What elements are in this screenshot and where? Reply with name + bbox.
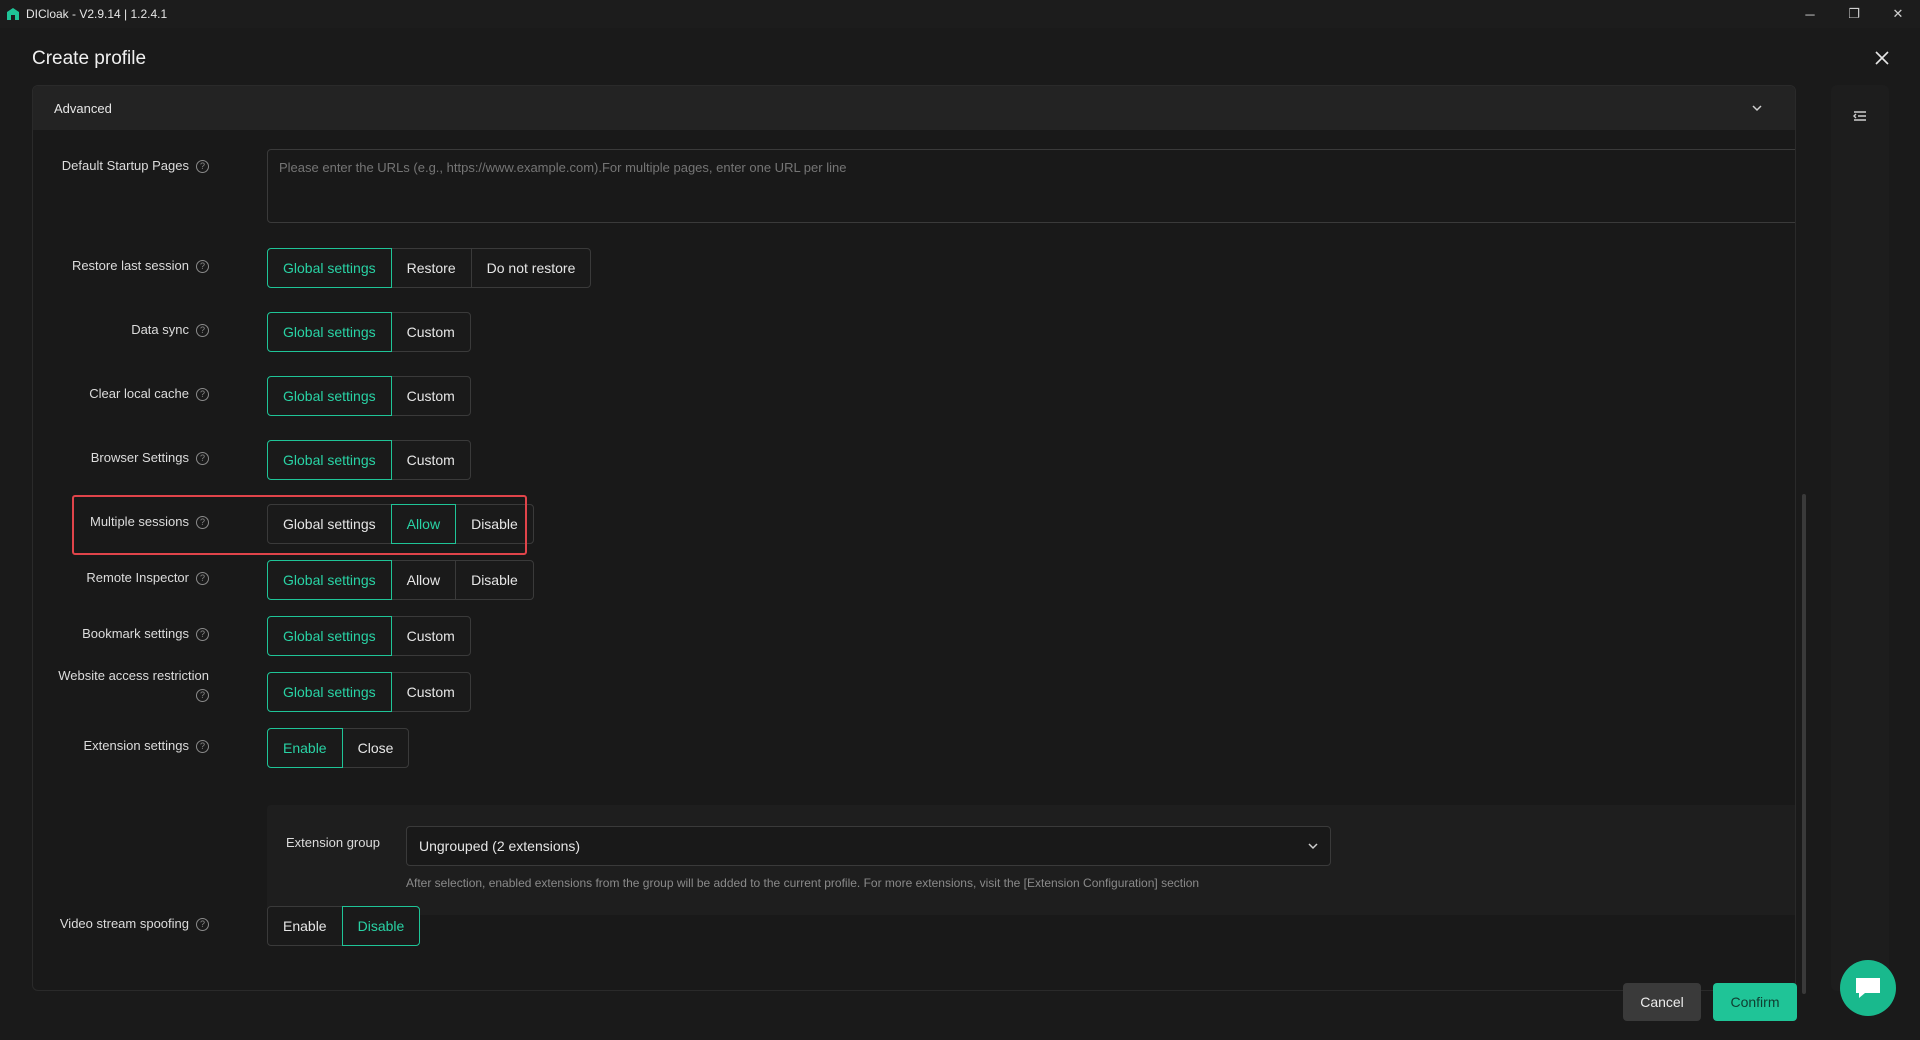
extension-settings-option-enable[interactable]: Enable — [267, 728, 343, 768]
extension-group-label: Extension group — [286, 835, 380, 850]
restore-session-option-global[interactable]: Global settings — [267, 248, 392, 288]
dialog-title: Create profile — [32, 48, 147, 69]
data-sync-label: Data sync — [131, 322, 189, 337]
help-icon[interactable]: ? — [196, 689, 209, 702]
remote-inspector-label: Remote Inspector — [86, 570, 189, 585]
close-icon — [1875, 51, 1889, 65]
help-icon[interactable]: ? — [196, 918, 209, 931]
maximize-button[interactable]: ❐ — [1832, 0, 1876, 28]
extension-settings-label-wrap: Extension settings? — [83, 737, 209, 753]
data-sync-option-custom[interactable]: Custom — [390, 312, 471, 352]
data-sync-label-wrap: Data sync? — [131, 321, 209, 337]
window-close-button[interactable]: ✕ — [1876, 0, 1920, 28]
create-profile-dialog: Create profile Advanced Default Startup … — [0, 28, 1920, 1040]
bookmark-settings-segmented: Global settings Custom — [267, 616, 471, 656]
confirm-button[interactable]: Confirm — [1713, 983, 1797, 1021]
data-sync-segmented: Global settings Custom — [267, 312, 471, 352]
extension-settings-segmented: Enable Close — [267, 728, 410, 768]
extension-group-select[interactable]: Ungrouped (2 extensions) — [406, 826, 1331, 866]
video-spoofing-label-wrap: Video stream spoofing? — [60, 915, 209, 931]
remote-inspector-option-allow[interactable]: Allow — [390, 560, 457, 600]
help-icon[interactable]: ? — [196, 324, 209, 337]
extension-settings-label: Extension settings — [83, 738, 189, 753]
video-spoofing-option-enable[interactable]: Enable — [267, 906, 343, 946]
chat-icon — [1856, 978, 1880, 998]
app-title: DICloak - V2.9.14 | 1.2.4.1 — [26, 7, 168, 21]
bookmark-settings-option-global[interactable]: Global settings — [267, 616, 392, 656]
section-title: Advanced — [54, 100, 112, 116]
website-restriction-option-custom[interactable]: Custom — [390, 672, 471, 712]
help-icon[interactable]: ? — [196, 260, 209, 273]
clear-cache-option-custom[interactable]: Custom — [390, 376, 471, 416]
clear-cache-option-global[interactable]: Global settings — [267, 376, 392, 416]
bookmark-settings-label: Bookmark settings — [82, 626, 189, 641]
advanced-section-header[interactable]: Advanced — [33, 86, 1795, 130]
startup-pages-label: Default Startup Pages — [61, 158, 189, 173]
startup-pages-input[interactable] — [267, 149, 1795, 223]
restore-session-label-wrap: Restore last session? — [72, 257, 209, 273]
extension-settings-option-close[interactable]: Close — [341, 728, 410, 768]
restore-session-label: Restore last session — [71, 258, 189, 273]
cancel-button[interactable]: Cancel — [1623, 983, 1701, 1021]
help-icon[interactable]: ? — [196, 740, 209, 753]
website-restriction-label-wrap: Website access restriction ? — [33, 668, 209, 702]
extension-group-box: Extension group Ungrouped (2 extensions)… — [267, 805, 1795, 915]
help-icon[interactable]: ? — [196, 572, 209, 585]
restore-session-option-restore[interactable]: Restore — [390, 248, 472, 288]
website-restriction-label: Website access restriction — [58, 668, 209, 683]
chevron-down-icon — [1752, 105, 1762, 112]
restore-session-segmented: Global settings Restore Do not restore — [267, 248, 592, 288]
extension-group-hint: After selection, enabled extensions from… — [406, 876, 1200, 890]
scrollbar[interactable] — [1802, 494, 1806, 994]
bookmark-settings-option-custom[interactable]: Custom — [390, 616, 471, 656]
browser-settings-option-custom[interactable]: Custom — [390, 440, 471, 480]
collapse-menu-icon[interactable] — [1851, 107, 1869, 125]
data-sync-option-global[interactable]: Global settings — [267, 312, 392, 352]
title-bar: DICloak - V2.9.14 | 1.2.4.1 ─ ❐ ✕ — [0, 0, 1920, 28]
multiple-sessions-option-allow[interactable]: Allow — [390, 504, 457, 544]
minimize-button[interactable]: ─ — [1788, 0, 1832, 28]
video-spoofing-option-disable[interactable]: Disable — [341, 906, 421, 946]
help-icon[interactable]: ? — [196, 160, 209, 173]
bookmark-settings-label-wrap: Bookmark settings? — [82, 625, 209, 641]
extension-group-value: Ungrouped (2 extensions) — [419, 838, 581, 854]
video-spoofing-label: Video stream spoofing — [59, 916, 189, 931]
video-spoofing-segmented: Enable Disable — [267, 906, 421, 946]
help-icon[interactable]: ? — [196, 452, 209, 465]
help-icon[interactable]: ? — [196, 628, 209, 641]
website-restriction-segmented: Global settings Custom — [267, 672, 471, 712]
remote-inspector-option-global[interactable]: Global settings — [267, 560, 392, 600]
browser-settings-segmented: Global settings Custom — [267, 440, 471, 480]
multiple-sessions-highlight — [72, 495, 527, 555]
startup-pages-label-wrap: Default Startup Pages? — [62, 157, 209, 173]
restore-session-option-do-not-restore[interactable]: Do not restore — [470, 248, 592, 288]
remote-inspector-label-wrap: Remote Inspector? — [86, 569, 209, 585]
remote-inspector-segmented: Global settings Allow Disable — [267, 560, 534, 600]
chevron-down-icon — [1308, 843, 1318, 850]
clear-cache-segmented: Global settings Custom — [267, 376, 471, 416]
help-icon[interactable]: ? — [196, 388, 209, 401]
browser-settings-option-global[interactable]: Global settings — [267, 440, 392, 480]
website-restriction-option-global[interactable]: Global settings — [267, 672, 392, 712]
chat-support-button[interactable] — [1840, 960, 1896, 1016]
browser-settings-label-wrap: Browser Settings? — [91, 449, 209, 465]
dialog-close-button[interactable] — [1870, 46, 1894, 70]
remote-inspector-option-disable[interactable]: Disable — [455, 560, 534, 600]
clear-cache-label-wrap: Clear local cache? — [89, 385, 209, 401]
clear-cache-label: Clear local cache — [89, 386, 189, 401]
side-rail — [1831, 85, 1889, 991]
browser-settings-label: Browser Settings — [90, 450, 189, 465]
app-logo-icon — [6, 7, 20, 21]
